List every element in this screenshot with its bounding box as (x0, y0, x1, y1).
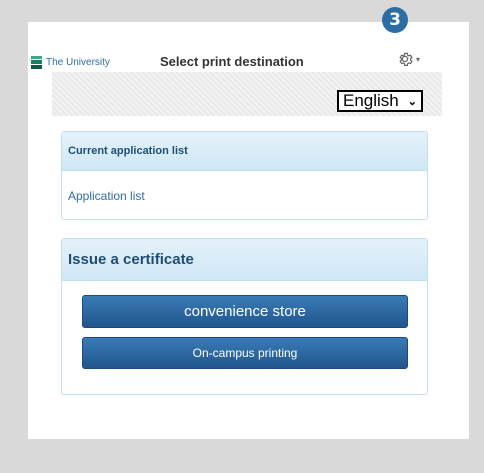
step-badge: 3 (382, 7, 408, 33)
on-campus-printing-button[interactable]: On-campus printing (82, 337, 408, 369)
language-selected: English (343, 91, 399, 110)
issue-certificate-panel: Issue a certificate convenience store On… (61, 238, 428, 395)
chevron-down-icon: ▾ (416, 54, 421, 64)
logo-mark-icon (31, 56, 42, 69)
settings-menu[interactable]: ▾ (396, 50, 420, 68)
current-application-panel: Current application list Application lis… (61, 131, 428, 220)
current-application-heading: Current application list (62, 132, 427, 171)
application-list-link[interactable]: Application list (68, 189, 427, 203)
language-select[interactable]: English ⌄ (337, 90, 423, 112)
convenience-store-button[interactable]: convenience store (82, 295, 408, 328)
chevron-down-icon: ⌄ (407, 95, 417, 108)
gear-icon (399, 52, 413, 66)
page-title: Select print destination (160, 54, 304, 69)
logo-text: The University (46, 57, 110, 68)
issue-certificate-heading: Issue a certificate (62, 239, 427, 281)
university-logo: The University (30, 55, 110, 70)
